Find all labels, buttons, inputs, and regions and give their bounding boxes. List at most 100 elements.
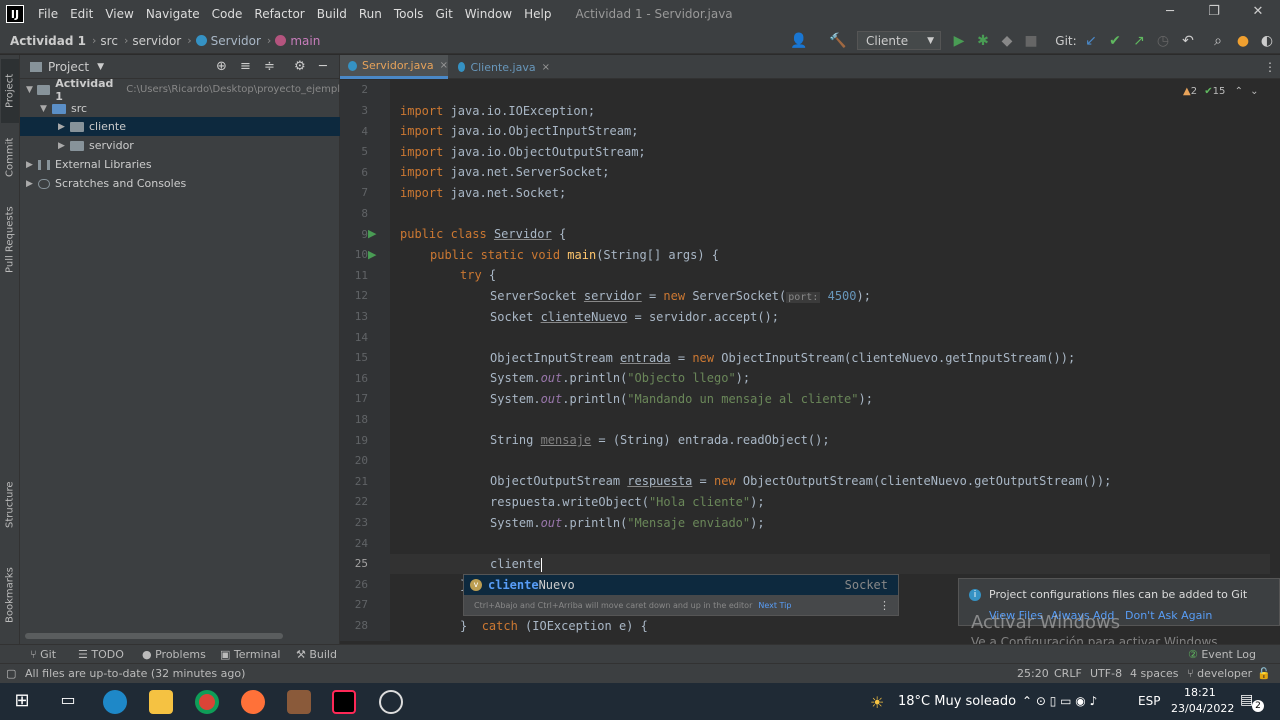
package-icon [70, 140, 84, 151]
tree-item-project-root[interactable]: ▼ Actividad 1 C:\Users\Ricardo\Desktop\p… [20, 77, 340, 103]
file-explorer-icon[interactable] [149, 690, 173, 714]
line-separator[interactable]: CRLF [1054, 667, 1082, 680]
tool-tab-terminal[interactable]: ▣ Terminal [220, 648, 280, 661]
menu-view[interactable]: View [105, 7, 133, 21]
edge-icon[interactable] [103, 690, 127, 714]
breadcrumb-project[interactable]: Actividad 1 [10, 34, 86, 48]
git-commit-icon[interactable]: ✔ [1106, 33, 1124, 49]
locate-icon[interactable]: ⊕ [216, 59, 227, 74]
rollback-icon[interactable]: ↶ [1179, 33, 1197, 49]
menu-help[interactable]: Help [524, 7, 551, 21]
run-icon[interactable]: ▶ [950, 33, 968, 49]
tool-tab-build[interactable]: ⚒ Build [296, 648, 337, 661]
intellij-taskbar-icon[interactable] [332, 690, 356, 714]
tree-item-src[interactable]: ▼ src [20, 99, 340, 118]
autocomplete-item[interactable]: v cliente Nuevo Socket [464, 575, 898, 595]
menu-edit[interactable]: Edit [70, 7, 93, 21]
indent-setting[interactable]: 4 spaces [1130, 667, 1179, 680]
git-update-icon[interactable]: ↙ [1082, 33, 1100, 49]
status-icon[interactable]: ▢ [6, 667, 16, 680]
breadcrumb-src[interactable]: src [100, 34, 118, 48]
tool-tab-pull-requests[interactable]: Pull Requests [1, 195, 19, 285]
close-icon[interactable]: ✕ [1243, 4, 1273, 24]
chevron-down-icon[interactable]: ▼ [97, 62, 104, 72]
chrome-icon[interactable] [195, 690, 219, 714]
code-editor[interactable]: import java.io.IOException; import java.… [390, 80, 1270, 641]
close-tab-icon[interactable]: × [440, 60, 448, 71]
history-icon[interactable]: ◷ [1154, 33, 1172, 49]
lock-icon[interactable]: 🔓 [1257, 667, 1271, 680]
menu-file[interactable]: File [38, 7, 58, 21]
run-config-select[interactable]: Cliente ▼ [857, 31, 941, 50]
maximize-icon[interactable]: ❐ [1199, 4, 1229, 24]
hammer-icon[interactable]: 🔨 [829, 33, 847, 49]
breadcrumb-servidor[interactable]: servidor [132, 34, 181, 48]
github-desktop-icon[interactable] [379, 690, 403, 714]
coverage-icon[interactable]: ◆ [998, 33, 1016, 49]
minimize-icon[interactable]: ─ [1155, 4, 1185, 24]
next-tip-link[interactable]: Next Tip [758, 601, 791, 610]
tree-item-cliente[interactable]: ▶ cliente [20, 117, 340, 136]
menu-navigate[interactable]: Navigate [146, 7, 200, 21]
updates-icon[interactable]: ● [1234, 33, 1252, 49]
collapse-all-icon[interactable]: ≑ [264, 59, 275, 74]
user-icon[interactable]: 👤 [790, 33, 808, 49]
horizontal-scrollbar[interactable] [25, 633, 283, 639]
menu-run[interactable]: Run [359, 7, 382, 21]
weather-text[interactable]: 18°C Muy soleado [898, 694, 1016, 709]
menu-code[interactable]: Code [212, 7, 243, 21]
tool-tab-project[interactable]: Project [1, 59, 19, 123]
git-branch[interactable]: ⑂ developer [1187, 667, 1252, 680]
tab-cliente[interactable]: Cliente.java × [450, 55, 550, 79]
tool-tab-bookmarks[interactable]: Bookmarks [1, 560, 19, 630]
debug-icon[interactable]: ✱ [974, 33, 992, 49]
problems-icon: ● [142, 648, 156, 661]
menu-refactor[interactable]: Refactor [254, 7, 304, 21]
menu-git[interactable]: Git [435, 7, 452, 21]
tree-item-servidor[interactable]: ▶ servidor [20, 136, 340, 155]
tool-tab-structure[interactable]: Structure [1, 475, 19, 535]
breadcrumb-method[interactable]: main [290, 34, 320, 48]
clock-date[interactable]: 23/04/2022 [1171, 702, 1234, 715]
run-gutter-icon[interactable]: ▶ [368, 248, 376, 261]
close-tab-icon[interactable]: × [542, 62, 550, 73]
stop-icon[interactable]: ■ [1022, 33, 1040, 49]
more-icon[interactable]: ⋮ [1264, 60, 1276, 74]
tool-tab-commit[interactable]: Commit [1, 127, 19, 187]
chevron-right-icon: › [266, 34, 272, 47]
menu-build[interactable]: Build [317, 7, 347, 21]
jetbrains-icon[interactable]: ◐ [1258, 33, 1276, 49]
menu-window[interactable]: Window [465, 7, 512, 21]
hide-icon[interactable]: ─ [319, 59, 327, 74]
event-log-button[interactable]: ② Event Log [1188, 648, 1256, 661]
line-number: 8 [361, 207, 368, 220]
tool-tab-git[interactable]: ⑂ Git [30, 648, 56, 661]
windows-start-icon[interactable]: ⊞ [10, 690, 34, 714]
tree-item-external-libraries[interactable]: ▶ External Libraries [20, 155, 340, 174]
caret-position[interactable]: 25:20 [1017, 667, 1049, 680]
tool-tab-problems[interactable]: ● Problems [142, 648, 206, 661]
breadcrumb-class[interactable]: Servidor [211, 34, 261, 48]
file-encoding[interactable]: UTF-8 [1090, 667, 1122, 680]
folder-icon [52, 103, 66, 114]
expand-all-icon[interactable]: ≡ [240, 59, 251, 74]
tab-servidor[interactable]: Servidor.java × [340, 55, 448, 79]
language-indicator[interactable]: ESP [1138, 694, 1160, 708]
task-view-icon[interactable]: ▭ [56, 690, 80, 714]
windows-taskbar: ⊞ ▭ ☀ 18°C Muy soleado ⌃ ⊙ ▯ ▭ ◉ ♪ ESP 1… [0, 683, 1280, 720]
clock-time[interactable]: 18:21 [1184, 686, 1216, 699]
project-panel-title[interactable]: Project [48, 60, 89, 74]
firefox-icon[interactable] [241, 690, 265, 714]
tree-item-scratches[interactable]: ▶ Scratches and Consoles [20, 174, 340, 193]
run-gutter-icon[interactable]: ▶ [368, 227, 376, 240]
git-push-icon[interactable]: ↗ [1130, 33, 1148, 49]
gear-icon[interactable]: ⚙ [294, 59, 306, 74]
game-app-icon[interactable] [287, 690, 311, 714]
tool-tab-todo[interactable]: ☰ TODO [78, 648, 124, 661]
tray-icons[interactable]: ⌃ ⊙ ▯ ▭ ◉ ♪ [1022, 694, 1097, 708]
more-icon[interactable]: ⋮ [879, 599, 890, 612]
search-icon[interactable]: ⌕ [1209, 33, 1227, 49]
line-number: 23 [354, 516, 368, 529]
info-icon: i [969, 588, 981, 601]
menu-tools[interactable]: Tools [394, 7, 424, 21]
